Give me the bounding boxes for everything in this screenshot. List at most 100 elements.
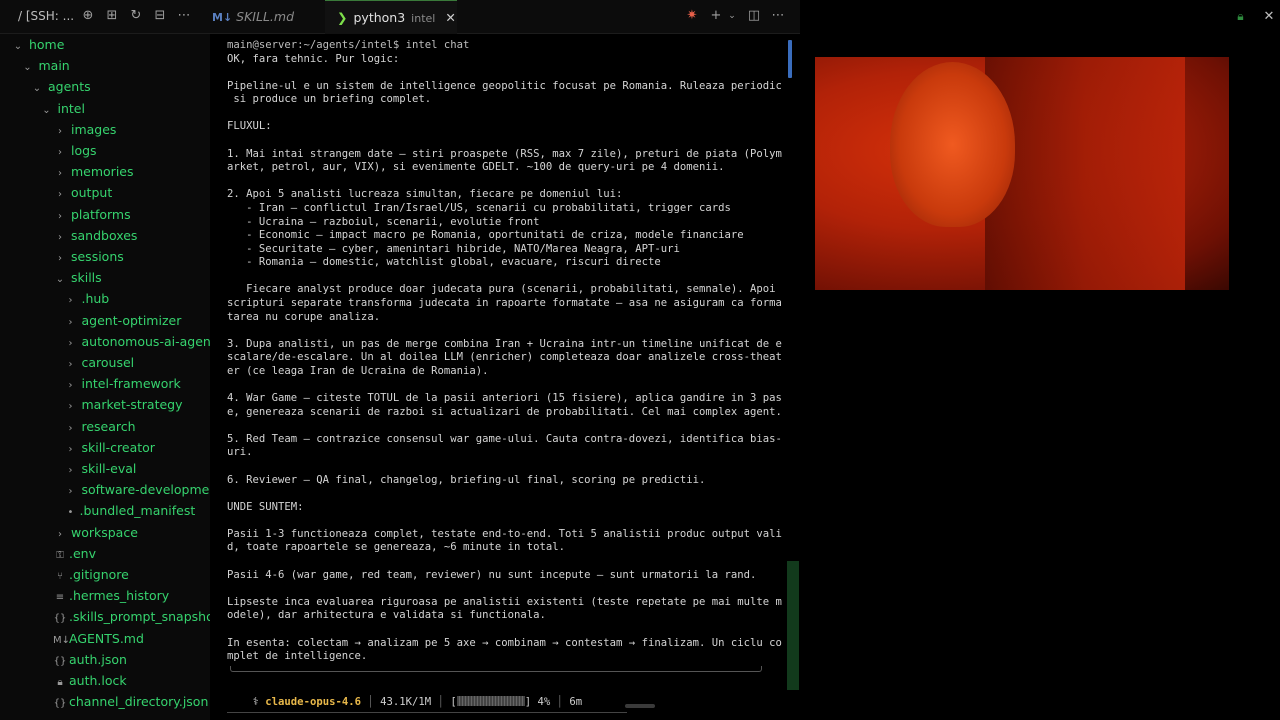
refresh-icon[interactable]: ↻ (128, 8, 144, 24)
terminal-line: - Economic — impact macro pe Romania, op… (227, 229, 744, 242)
tree-item-label: .env (69, 545, 96, 561)
chevron-right-icon[interactable]: › (53, 163, 67, 184)
chevron-right-icon[interactable]: › (64, 460, 78, 481)
tree-item-label: auth.json (69, 651, 127, 667)
tree-item-agent-optimizer[interactable]: › agent-optimizer (0, 310, 182, 333)
tree-item-research[interactable]: › research (0, 416, 136, 437)
tree-item-hub[interactable]: › .hub (0, 288, 110, 311)
tree-item-autonomous-ai-agents[interactable]: › autonomous-ai-agents (0, 331, 211, 354)
tree-item-label: software-development (81, 482, 210, 498)
tree-item-logs[interactable]: › logs (0, 140, 97, 161)
chevron-right-icon[interactable]: › (64, 439, 78, 460)
terminal-line: Lipseste inca evaluarea riguroasa pe ana… (227, 595, 782, 608)
tree-item-hermes-history[interactable]: ≡ .hermes_history (0, 585, 169, 606)
tree-item-label: autonomous-ai-agents (81, 333, 210, 349)
tree-item-channel-directory-json[interactable]: {} channel_directory.json (0, 691, 209, 712)
chevron-down-icon[interactable]: ⌄ (40, 100, 54, 121)
tree-item-sessions[interactable]: › sessions (0, 246, 124, 267)
terminal-scrollbar-thumb[interactable] (788, 40, 792, 78)
tree-item-output[interactable]: › output (0, 182, 112, 203)
json-file-icon: {} (53, 613, 67, 625)
tree-item-label: platforms (70, 206, 131, 222)
tree-item-memories[interactable]: › memories (0, 161, 134, 182)
terminal-panel[interactable]: ⚕ claude-opus-4.6 │ 43.1K/1M │ [] 4% │ 6… (212, 34, 800, 720)
chevron-right-icon[interactable]: › (53, 121, 67, 142)
tree-item-intel[interactable]: ⌄ intel (0, 98, 85, 119)
chevron-right-icon[interactable]: › (64, 333, 78, 354)
chevron-right-icon[interactable]: › (53, 206, 67, 227)
context-percent: 4% (537, 696, 551, 708)
tree-item-skills[interactable]: ⌄ skills (0, 267, 102, 288)
lock-icon[interactable]: 🔒︎ (1233, 9, 1248, 24)
chevron-right-icon[interactable]: › (64, 290, 78, 311)
tree-item-label: output (70, 185, 113, 201)
tree-item-main[interactable]: ⌄ main (0, 55, 69, 78)
resize-handle[interactable] (625, 704, 655, 708)
tree-item-agents[interactable]: ⌄ agents (0, 76, 91, 97)
close-tab-icon[interactable]: ✕ (445, 10, 455, 25)
ssh-remote-indicator[interactable]: / [SSH: ... (18, 9, 74, 23)
chevron-right-icon[interactable]: › (53, 184, 67, 205)
new-terminal-icon[interactable]: + (708, 8, 724, 24)
tree-item-auth-lock[interactable]: 🔒︎ auth.lock (0, 670, 126, 691)
chevron-right-icon[interactable]: › (64, 375, 78, 396)
chevron-right-icon[interactable]: › (53, 248, 67, 269)
tree-item-market-strategy[interactable]: › market-strategy (0, 394, 183, 415)
tree-item-label: .skills_prompt_snapsho... (69, 609, 210, 625)
chevron-down-icon[interactable]: ⌄ (11, 36, 25, 57)
chevron-right-icon[interactable]: › (64, 418, 78, 439)
tree-item-label: sandboxes (70, 227, 138, 243)
chevron-down-icon[interactable]: ⌄ (53, 269, 67, 290)
tree-item-platforms[interactable]: › platforms (0, 204, 131, 225)
chevron-down-icon[interactable]: ⌄ (21, 57, 35, 78)
chevron-down-icon[interactable]: ⌄ (30, 78, 44, 99)
chevron-right-icon[interactable]: › (53, 524, 67, 545)
tree-item-label: .bundled_manifest (79, 503, 196, 519)
chevron-right-icon[interactable]: › (64, 396, 78, 417)
tree-item-label: .hermes_history (69, 588, 170, 604)
terminal-line: 6. Reviewer — QA final, changelog, brief… (227, 473, 706, 486)
more-actions-icon[interactable]: ⋯ (176, 8, 192, 24)
new-file-icon[interactable]: ⊕ (80, 8, 96, 24)
terminal-line: scripturi separate transforma judecata i… (227, 297, 782, 310)
tree-item-carousel[interactable]: › carousel (0, 352, 135, 375)
split-editor-icon[interactable]: ◫ (746, 8, 762, 24)
tree-item-gitignore[interactable]: ⑂ .gitignore (0, 564, 129, 585)
tree-item-label: research (81, 418, 136, 434)
tab-description: intel (411, 12, 436, 25)
title-bar: / [SSH: ... ⊕ ⊞ ↻ ⊟ ⋯ M↓ SKILL.md ❯ python… (0, 0, 800, 34)
collapse-all-icon[interactable]: ⊟ (152, 8, 168, 24)
tree-item-label: market-strategy (81, 397, 183, 413)
tab-skill-md[interactable]: M↓ SKILL.md (212, 0, 324, 34)
chevron-right-icon[interactable]: › (64, 354, 78, 375)
tree-item-label: skills (70, 270, 102, 286)
tree-item-label: workspace (70, 524, 138, 540)
chevron-right-icon[interactable]: › (64, 481, 78, 502)
terminal-line: mplet de intelligence. (227, 650, 368, 663)
tree-item-auth-json[interactable]: {} auth.json (0, 649, 127, 670)
close-icon[interactable]: ✕ (1262, 9, 1276, 24)
chevron-right-icon[interactable]: › (53, 142, 67, 163)
tree-item-skill-creator[interactable]: › skill-creator (0, 437, 155, 458)
tree-item-label: agents (47, 79, 91, 95)
tab-python3-terminal[interactable]: ❯ python3 intel ✕ (325, 0, 457, 34)
tree-item-intel-framework[interactable]: › intel-framework (0, 373, 181, 394)
chevron-right-icon[interactable]: › (64, 312, 78, 333)
tree-item-sandboxes[interactable]: › sandboxes (0, 225, 137, 246)
chevron-down-icon[interactable]: ⌄ (724, 8, 740, 24)
tree-item-software-development[interactable]: › software-development (0, 479, 211, 502)
tree-item-home[interactable]: ⌄ home (0, 34, 65, 57)
tree-item-bundled-manifest[interactable]: • .bundled_manifest (0, 500, 196, 521)
tree-item-skill-eval[interactable]: › skill-eval (0, 458, 137, 481)
tree-item-label: intel (57, 100, 85, 116)
terminal-line: Fiecare analyst produce doar judecata pu… (227, 283, 776, 296)
sparkle-icon[interactable]: ✷ (684, 8, 700, 24)
tree-item-skills-prompt-snapsho[interactable]: {} .skills_prompt_snapsho... (0, 606, 210, 627)
tree-item-agents-md[interactable]: M↓AGENTS.md (0, 628, 144, 649)
tree-item-workspace[interactable]: › workspace (0, 522, 138, 543)
more-icon[interactable]: ⋯ (770, 8, 786, 24)
new-folder-icon[interactable]: ⊞ (104, 8, 120, 24)
tree-item-images[interactable]: › images (0, 119, 116, 140)
chevron-right-icon[interactable]: › (53, 227, 67, 248)
tree-item-env[interactable]: ⚿ .env (0, 543, 96, 564)
